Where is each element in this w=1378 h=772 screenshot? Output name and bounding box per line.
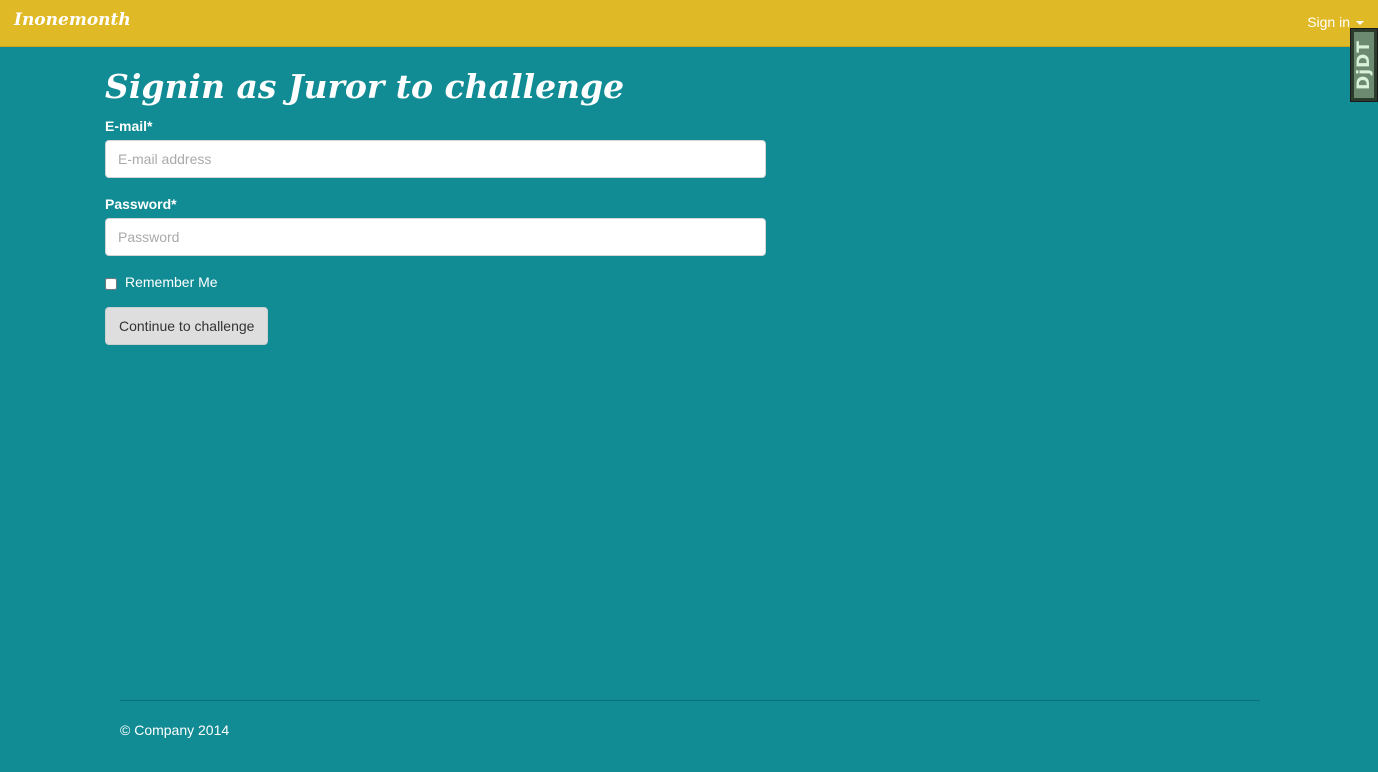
top-navbar: Inonemonth Sign in: [0, 0, 1378, 47]
password-field[interactable]: [105, 218, 766, 256]
signin-label: Sign in: [1307, 14, 1350, 30]
continue-to-challenge-button[interactable]: Continue to challenge: [105, 307, 269, 345]
debug-toolbar-badge: DjDT: [1354, 32, 1374, 98]
brand-link[interactable]: Inonemonth: [14, 10, 131, 30]
email-field[interactable]: [105, 140, 766, 178]
password-label: Password*: [105, 196, 177, 212]
remember-me-label[interactable]: Remember Me: [125, 274, 218, 290]
email-label: E-mail*: [105, 118, 153, 134]
caret-down-icon: [1356, 21, 1364, 25]
debug-toolbar-handle[interactable]: DjDT: [1350, 28, 1378, 102]
debug-toolbar-label: DjDT: [1354, 40, 1374, 90]
footer-divider: [120, 700, 1260, 701]
remember-me-row: Remember Me: [105, 273, 766, 291]
footer-copyright: © Company 2014: [120, 722, 230, 738]
signin-container: Signin as Juror to challenge E-mail* Pas…: [105, 64, 766, 345]
page-title: Signin as Juror to challenge: [105, 67, 625, 106]
signin-form: E-mail* Password* Remember Me Continue t…: [105, 116, 766, 345]
remember-me-checkbox[interactable]: [105, 277, 117, 290]
